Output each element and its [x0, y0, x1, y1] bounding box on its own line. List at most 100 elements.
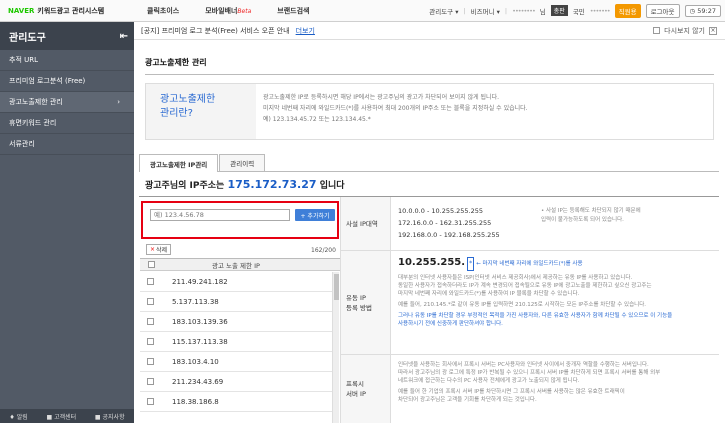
tools-menu[interactable]: 관리도구 ▾: [429, 6, 458, 16]
row-checkbox[interactable]: [147, 318, 154, 325]
bell-icon: ♦: [9, 413, 15, 421]
my-ip-suffix: 입니다: [319, 181, 345, 191]
close-icon[interactable]: ×: [709, 26, 717, 35]
private-range: 10.0.0.0 - 10.255.255.255: [398, 207, 484, 215]
sidebar: 관리도구 ⇤ 추적 URL 프리미엄 로그분석 (Free) 광고노출제한 관리…: [0, 22, 134, 423]
brand-logo[interactable]: NAVER 키워드광고 관리시스템: [0, 0, 135, 22]
row-checkbox[interactable]: [147, 278, 154, 285]
ip-cell: 183.103.4.10: [172, 357, 219, 366]
my-ip-value: 175.172.73.27: [227, 178, 317, 191]
private-range: 172.16.0.0 - 162.31.255.255: [398, 219, 492, 227]
row-checkbox[interactable]: [147, 358, 154, 365]
delete-button[interactable]: × 삭제: [146, 244, 171, 255]
proxy-section: 프록시 서버 IP 인터넷을 사용하는 회사에서 프록시 서버는 PC사용자와 인…: [341, 355, 719, 423]
info-line: 예) 123.134.45.72 또는 123.134.45.*: [263, 116, 371, 123]
proxy-label: 프록시 서버 IP: [341, 355, 391, 423]
info-title-line2: 관리란?: [160, 108, 193, 119]
top-nav: 클릭초이스 모바일배너Beta 브랜드검색: [135, 0, 323, 22]
bizmoney-menu[interactable]: 비즈머니 ▾: [471, 6, 500, 16]
add-button[interactable]: + 추가하기: [295, 209, 335, 221]
sidebar-item-documents[interactable]: 서류관리: [0, 134, 134, 155]
ip-input-area: + 추가하기: [141, 201, 339, 239]
notice-text: [공지] 프리미엄 로그 분석(Free) 서비스 오픈 안내: [141, 26, 290, 35]
brand-title: 키워드광고 관리시스템: [37, 6, 105, 15]
chevron-right-icon: ›: [117, 98, 120, 106]
notice-more-link[interactable]: 더보기: [296, 26, 315, 36]
scrollbar[interactable]: [332, 272, 339, 423]
dynamic-example: 10.255.255. * ← 마지막 네번째 자리에 와일드카드(*)를 사용: [398, 257, 672, 271]
dynamic-label-line: 유동 IP: [346, 293, 366, 302]
dynamic-warning: 그러나 유동 IP를 차단할 경우 부정적인 목적을 가진 사용자와, 다른 유…: [398, 313, 673, 319]
footer-alert-label: 알림: [16, 413, 28, 421]
logout-button[interactable]: 로그아웃: [645, 3, 680, 18]
dynamic-line: 동일한 사용자가 접속하더라도 IP가 계속 변경되어 접속될으로 유동 IP에…: [398, 283, 652, 289]
divider: |: [463, 6, 466, 15]
dynamic-line: 대부분의 인터넷 사용자들은 ISP(인터넷 서비스 제공회사)에서 제공하는 …: [398, 275, 633, 281]
clock-icon: ◷: [689, 6, 696, 15]
table-row: 5.137.113.38: [140, 292, 332, 312]
notice-bar: [공지] 프리미엄 로그 분석(Free) 서비스 오픈 안내 더보기 다시보지…: [134, 22, 725, 40]
sidebar-footer: ♦ 알림 ■ 고객센터 ■ 공지사항: [0, 409, 134, 423]
support-icon: ■: [46, 413, 53, 421]
table-row: 183.103.4.10: [140, 352, 332, 372]
footer-alert[interactable]: ♦ 알림: [9, 412, 27, 421]
info-box: 광고노출제한 관리란? 광고노출제한 IP로 등록하시면 해당 IP에서는 광고…: [145, 83, 714, 140]
nav-mobile-banner[interactable]: 모바일배너Beta: [193, 6, 265, 16]
sidebar-item-dormant-keyword[interactable]: 휴면키워드 관리: [0, 113, 134, 134]
top-bar: NAVER 키워드광고 관리시스템 클릭초이스 모바일배너Beta 브랜드검색 …: [0, 0, 725, 22]
ip-count: 162/200: [311, 247, 336, 254]
nav-brand-search[interactable]: 브랜드검색: [265, 6, 323, 16]
row-checkbox[interactable]: [147, 338, 154, 345]
account-suffix: 님: [539, 7, 546, 16]
footer-notice[interactable]: ■ 공지사항: [95, 412, 125, 421]
nav-clickchoice[interactable]: 클릭초이스: [135, 6, 193, 16]
row-checkbox[interactable]: [147, 298, 154, 305]
grade-badge: 총판: [550, 5, 568, 16]
sidebar-item-tracking-url[interactable]: 추적 URL: [0, 50, 134, 71]
sidebar-item-log-analysis[interactable]: 프리미엄 로그분석 (Free): [0, 71, 134, 92]
select-all-checkbox[interactable]: [148, 261, 155, 268]
info-line: 광고노출제한 IP로 등록하시면 해당 IP에서는 광고주님의 광고가 차단되어…: [263, 94, 499, 101]
delete-label: 삭제: [155, 247, 168, 254]
column-header: 광고 노출 제한 IP: [212, 261, 260, 270]
info-title-line1: 광고노출제한: [160, 94, 216, 105]
ip-cell: 5.137.113.38: [172, 297, 219, 306]
dynamic-ip-section: 유동 IP 등록 방법 10.255.255. * ← 마지막 네번째 자리에 와일…: [341, 251, 719, 355]
notice-icon: ■: [94, 413, 101, 421]
info-title: 광고노출제한 관리란?: [146, 84, 256, 139]
note-line: • 사설 IP는 등록해도 차단되지 않기 때문에: [541, 208, 641, 214]
scrollbar-thumb[interactable]: [334, 274, 339, 300]
sidebar-title: 관리도구: [9, 32, 46, 44]
ip-cell: 115.137.113.38: [172, 337, 228, 346]
row-checkbox[interactable]: [147, 398, 154, 405]
table-row: 211.234.43.69: [140, 372, 332, 392]
proxy-line: 네트워크에 접근하는 다수의 PC 사용자 전체에게 광고가 노출되지 않게 됩…: [398, 378, 580, 384]
dynamic-ip: 10.255.255.: [398, 257, 466, 268]
hide-checkbox[interactable]: [653, 27, 661, 34]
footer-support[interactable]: ■ 고객센터: [46, 412, 76, 421]
ip-cell: 211.234.43.69: [172, 377, 224, 386]
my-ip-prefix: 광고주님의 IP주소는: [145, 181, 225, 191]
ip-input[interactable]: [150, 209, 290, 221]
proxy-line: 차단되어 광고주님은 고객을 기회를 차단하게 되는 것입니다.: [398, 397, 537, 403]
dynamic-ip-content: 10.255.255. * ← 마지막 네번째 자리에 와일드카드(*)를 사용 …: [398, 257, 672, 328]
note-line: 입력이 불가능하도록 되어 있습니다.: [541, 217, 624, 223]
naver-logo: NAVER: [8, 6, 35, 15]
close-icon: ×: [149, 246, 155, 253]
beta-tag: Beta: [237, 7, 252, 15]
tab-history[interactable]: 관리이력: [219, 154, 266, 171]
private-ip-label: 사설 IP대역: [341, 197, 391, 250]
row-checkbox[interactable]: [147, 378, 154, 385]
divider: |: [504, 6, 508, 15]
collapse-icon[interactable]: ⇤: [120, 31, 128, 42]
page-title: 광고노출제한 관리: [145, 58, 207, 67]
staff-button[interactable]: 직원용: [614, 3, 641, 18]
tab-ip-management[interactable]: 광고노출제한 IP관리: [139, 154, 219, 172]
private-ranges: 10.0.0.0 - 10.255.255.255 172.16.0.0 - 1…: [398, 205, 500, 241]
sidebar-item-ad-block[interactable]: 광고노출제한 관리 ›: [0, 92, 134, 113]
proxy-line: 인터넷을 사용하는 회사에서 프록시 서버는 PC사용자와 인터넷 사이에서 중…: [398, 362, 649, 368]
proxy-line: 예를 들어 한 기업의 프록시 서버 IP를 차단하시면 그 프록시 서버를 사…: [398, 389, 625, 395]
national-label: 국민: [572, 7, 585, 16]
table-row: 118.38.186.8: [140, 392, 332, 412]
footer-notice-label: 공지사항: [102, 413, 125, 421]
